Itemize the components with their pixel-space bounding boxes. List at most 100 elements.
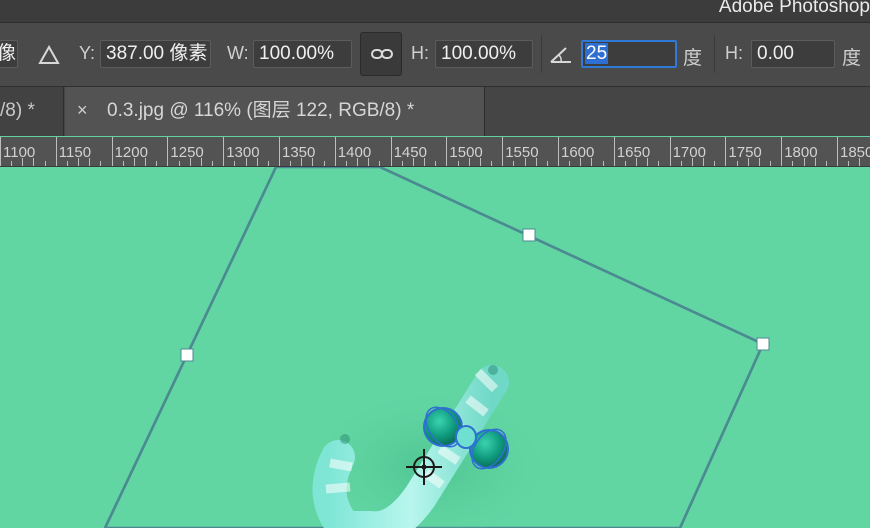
width-label: W: xyxy=(227,43,249,63)
rotation-angle-value: 25 xyxy=(585,43,609,64)
ruler-minor-tick xyxy=(859,158,861,166)
ruler-minor-tick xyxy=(22,158,24,166)
ruler-minor-tick xyxy=(256,158,258,166)
ruler-minor-tick xyxy=(189,158,191,166)
horizontal-skew-field[interactable]: 0.00 xyxy=(751,40,835,68)
ruler-minor-tick xyxy=(636,158,638,166)
ruler-minor-tick xyxy=(156,161,158,166)
y-label: Y: xyxy=(79,43,96,63)
width-field[interactable]: 100.00% xyxy=(253,40,352,68)
ruler-major-tick xyxy=(223,137,225,166)
ruler-label: 1850 xyxy=(840,144,870,161)
ruler-minor-tick xyxy=(602,161,604,166)
height-field[interactable]: 100.00% xyxy=(435,40,533,68)
tab-label: /8) * xyxy=(0,100,35,121)
ruler-label: 1100 xyxy=(3,144,36,161)
ruler-major-tick xyxy=(502,137,504,166)
ruler-major-tick xyxy=(279,137,280,166)
document-tab-bar: /8) * × 0.3.jpg @ 116% (图层 122, RGB/8) * xyxy=(0,87,870,136)
ruler-minor-tick xyxy=(290,161,292,166)
tab-previous-document[interactable]: /8) * xyxy=(0,87,64,136)
x-position-value: 像素 xyxy=(0,43,17,64)
ruler-minor-tick xyxy=(122,161,124,166)
rotation-angle-field[interactable]: 25 xyxy=(581,40,677,68)
separator xyxy=(714,35,715,73)
ruler-minor-tick xyxy=(714,161,716,166)
ruler-minor-tick xyxy=(312,158,314,166)
ruler-major-tick xyxy=(837,137,838,166)
y-position-value: 387.00 像素 xyxy=(106,43,208,64)
width-value: 100.00% xyxy=(259,43,335,64)
ruler-label: 1750 xyxy=(728,144,762,161)
ruler-minor-tick xyxy=(535,158,537,166)
y-position-field[interactable]: 387.00 像素 xyxy=(100,40,211,68)
ruler-major-tick xyxy=(111,137,113,166)
ruler-minor-tick xyxy=(524,158,526,166)
ruler-minor-tick xyxy=(479,158,481,166)
ruler-minor-tick xyxy=(803,158,805,166)
ruler-minor-tick xyxy=(624,161,626,166)
horizontal-skew-value: 0.00 xyxy=(757,43,794,64)
ruler-major-tick xyxy=(55,137,57,166)
ruler-minor-tick xyxy=(412,158,414,166)
ruler-label: 1550 xyxy=(505,144,539,161)
ruler-label: 1400 xyxy=(337,144,372,161)
transform-options-bar: 像素 Y: 387.00 像素 W: 100.00% H: 100.00% 25… xyxy=(0,23,870,87)
ruler-label: 1500 xyxy=(449,144,483,161)
ruler-minor-tick xyxy=(703,158,705,166)
ruler-label: 1700 xyxy=(672,144,706,161)
ruler-minor-tick xyxy=(736,161,738,166)
ruler-minor-tick xyxy=(33,158,35,166)
ruler-label: 1600 xyxy=(561,144,595,161)
ruler-minor-tick xyxy=(468,158,470,166)
ruler-minor-tick xyxy=(178,161,180,166)
horizontal-ruler[interactable]: 1100 1150 1200 1250 1300 1350 1400 1450 1500 1550… xyxy=(0,137,870,167)
ruler-minor-tick xyxy=(680,161,682,166)
ruler-minor-tick xyxy=(513,161,515,166)
title-bar: Adobe Photoshop xyxy=(0,0,870,23)
ruler-major-tick xyxy=(669,137,671,166)
height-label: H: xyxy=(411,43,429,63)
ruler-minor-tick xyxy=(792,161,794,166)
ruler-minor-tick xyxy=(569,161,571,166)
ruler-minor-tick xyxy=(234,161,236,166)
transform-handle-left[interactable] xyxy=(180,348,194,362)
tab-active-document[interactable]: × 0.3.jpg @ 116% (图层 122, RGB/8) * xyxy=(65,87,485,136)
horizontal-skew-label: H: xyxy=(725,43,743,63)
angle-unit: 度 xyxy=(683,48,703,69)
ruler-minor-tick xyxy=(691,158,693,166)
transform-handle-corner[interactable] xyxy=(756,337,770,351)
ruler-minor-tick xyxy=(658,161,660,166)
ruler-major-tick xyxy=(725,137,727,166)
ruler-major-tick xyxy=(613,137,615,166)
ruler-minor-tick xyxy=(770,161,772,166)
rotation-angle-icon xyxy=(549,44,573,69)
ruler-label: 1350 xyxy=(282,144,316,161)
ruler-minor-tick xyxy=(848,161,850,166)
ruler-minor-tick xyxy=(758,158,760,166)
ruler-label: 1200 xyxy=(114,144,148,161)
ruler-minor-tick xyxy=(200,158,202,166)
ruler-minor-tick xyxy=(357,158,359,166)
relative-position-triangle-icon[interactable] xyxy=(38,44,60,70)
ruler-minor-tick xyxy=(245,158,247,166)
ruler-minor-tick xyxy=(345,161,347,166)
tab-label: 0.3.jpg @ 116% (图层 122, RGB/8) * xyxy=(107,100,415,121)
ruler-minor-tick xyxy=(100,161,102,166)
ruler-minor-tick xyxy=(457,161,459,166)
ruler-minor-tick xyxy=(78,158,80,166)
x-position-field[interactable]: 像素 xyxy=(0,40,18,68)
ruler-major-tick xyxy=(558,137,559,166)
ruler-minor-tick xyxy=(267,161,269,166)
ruler-minor-tick xyxy=(401,161,403,166)
transform-handle-top[interactable] xyxy=(522,228,536,242)
ruler-minor-tick xyxy=(546,161,548,166)
maintain-aspect-ratio-button[interactable] xyxy=(360,32,402,76)
ruler-major-tick xyxy=(390,137,392,166)
app-title: Adobe Photoshop xyxy=(718,0,870,17)
close-icon[interactable]: × xyxy=(77,87,88,134)
ruler-label: 1800 xyxy=(784,144,818,161)
document-canvas[interactable] xyxy=(0,167,870,528)
ruler-major-tick xyxy=(781,137,783,166)
ruler-minor-tick xyxy=(747,158,749,166)
